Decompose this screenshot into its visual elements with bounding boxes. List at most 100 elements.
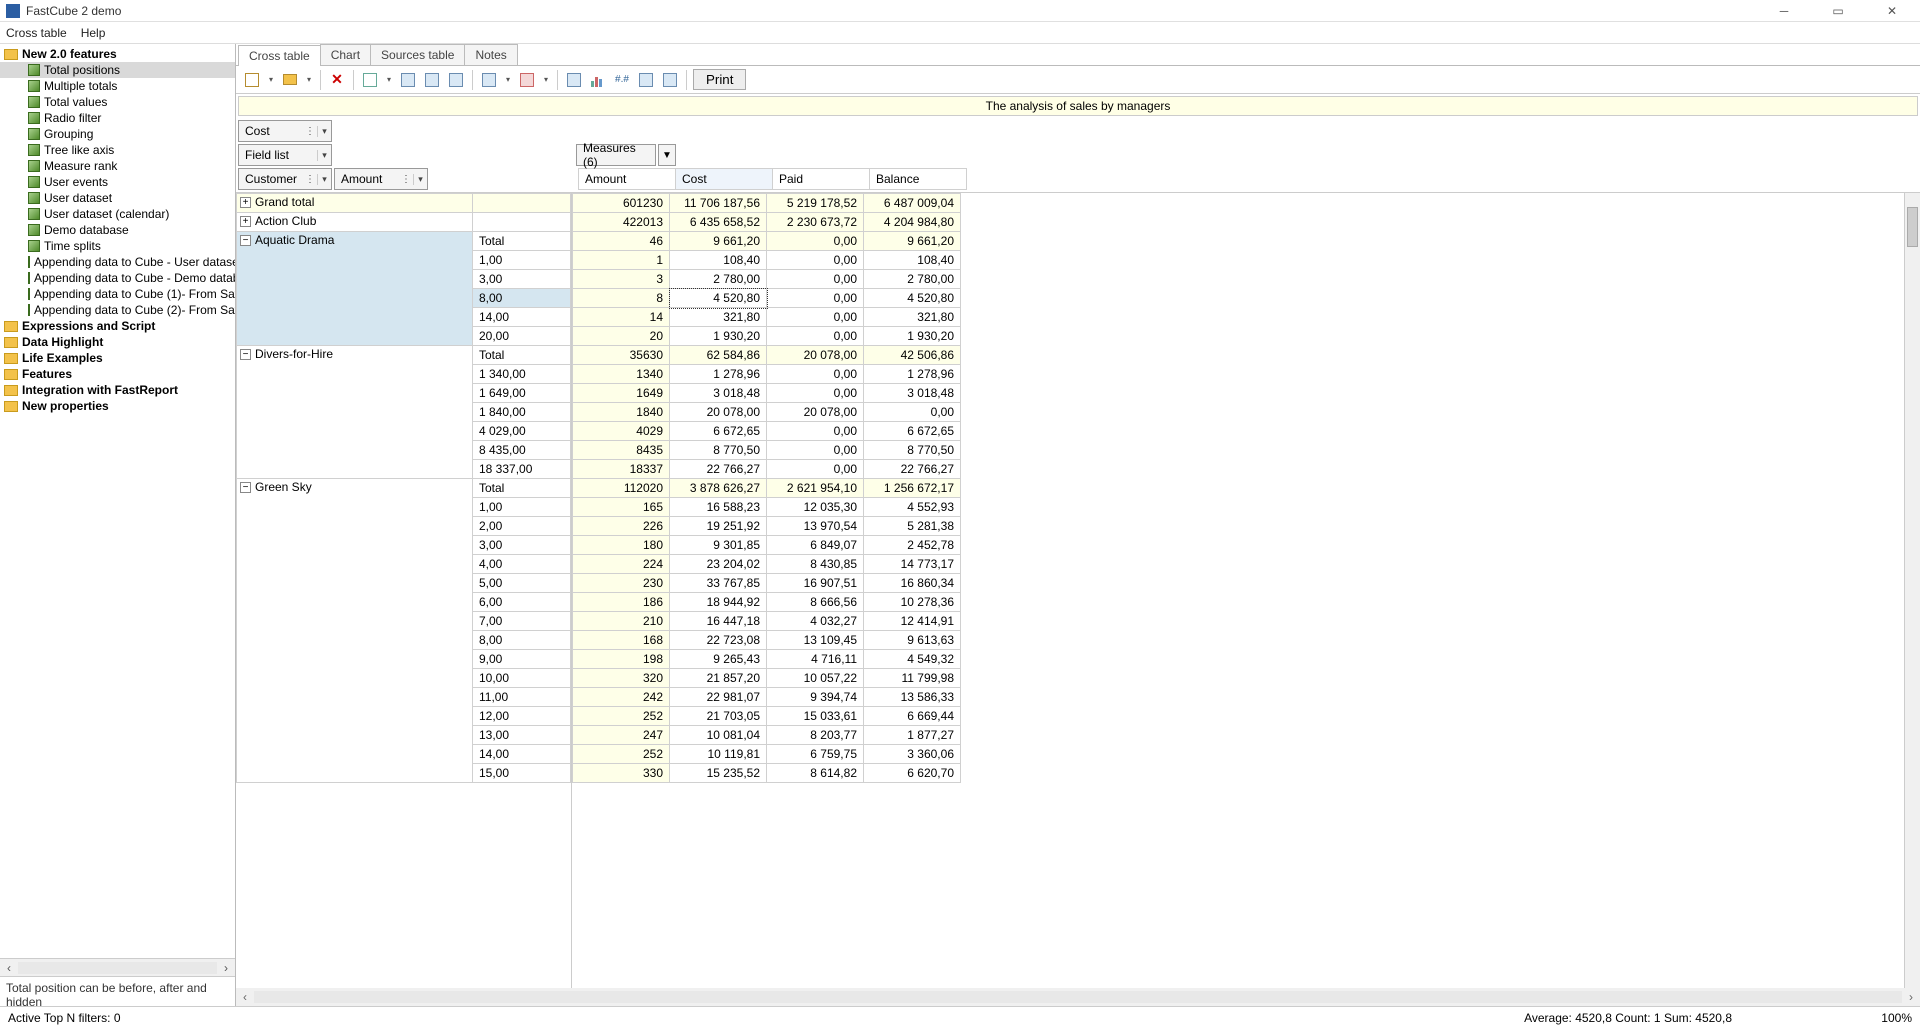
sub-cell[interactable]: 13,00 [473,726,571,745]
data-cell[interactable]: 210 [573,612,670,631]
data-cell[interactable]: 8 770,50 [864,441,961,460]
measures-field-slot[interactable]: Measures (6) [576,144,656,166]
data-cell[interactable]: 10 057,22 [767,669,864,688]
sub-cell[interactable]: 6,00 [473,593,571,612]
options-button[interactable] [660,70,680,90]
data-cell[interactable]: 6 435 658,52 [670,213,767,232]
data-cell[interactable]: 12 035,30 [767,498,864,517]
data-cell[interactable]: 19 251,92 [670,517,767,536]
filter-icon[interactable]: ⋮ [303,126,317,137]
filter-icon[interactable]: ⋮ [303,174,317,185]
data-cell[interactable]: 0,00 [767,327,864,346]
data-cell[interactable]: 1 930,20 [670,327,767,346]
swap-axes-button[interactable] [446,70,466,90]
vertical-scrollbar[interactable] [1904,193,1920,988]
data-cell[interactable]: 8 614,82 [767,764,864,783]
scroll-right-icon[interactable]: › [1902,990,1920,1004]
list-button[interactable] [636,70,656,90]
data-cell[interactable]: 20 078,00 [767,346,864,365]
new-file-dropdown[interactable]: ▾ [266,75,276,84]
data-cell[interactable]: 9 613,63 [864,631,961,650]
data-cell[interactable]: 0,00 [767,441,864,460]
sub-cell[interactable]: Total [473,346,571,365]
data-cell[interactable]: 11 706 187,56 [670,194,767,213]
data-cell[interactable]: 5 281,38 [864,517,961,536]
tree-folder[interactable]: New properties [0,398,235,414]
sub-cell[interactable]: 11,00 [473,688,571,707]
data-cell[interactable]: 18337 [573,460,670,479]
tree-item[interactable]: Appending data to Cube - Demo databa [0,270,235,286]
data-cell[interactable]: 4 716,11 [767,650,864,669]
data-cell[interactable]: 13 109,45 [767,631,864,650]
filter-button[interactable] [564,70,584,90]
window-minimize-button[interactable]: ─ [1766,1,1802,21]
sub-cell[interactable]: 8 435,00 [473,441,571,460]
data-cell[interactable]: 5 219 178,52 [767,194,864,213]
data-cell[interactable]: 13 586,33 [864,688,961,707]
expand-icon[interactable]: + [240,216,251,227]
data-cell[interactable]: 186 [573,593,670,612]
row-field-amount[interactable]: Amount ⋮ ▾ [334,168,428,190]
data-cell[interactable]: 15 033,61 [767,707,864,726]
data-cell[interactable]: 9 661,20 [864,232,961,251]
menu-help[interactable]: Help [81,26,106,40]
collapse-icon[interactable]: − [240,482,251,493]
data-cell[interactable]: 9 265,43 [670,650,767,669]
tree-item[interactable]: User dataset (calendar) [0,206,235,222]
sub-cell[interactable]: 3,00 [473,536,571,555]
sub-cell[interactable]: 1 840,00 [473,403,571,422]
align-button[interactable] [479,70,499,90]
scroll-left-icon[interactable]: ‹ [236,990,254,1004]
data-cell[interactable]: 46 [573,232,670,251]
chevron-down-icon[interactable]: ▾ [317,150,331,161]
data-cell[interactable]: 8435 [573,441,670,460]
window-maximize-button[interactable]: ▭ [1820,1,1856,21]
tab-sources-table[interactable]: Sources table [370,44,465,65]
tree-item[interactable]: Measure rank [0,158,235,174]
chart-button[interactable] [588,70,608,90]
tree-item[interactable]: User events [0,174,235,190]
sub-cell[interactable]: 7,00 [473,612,571,631]
data-cell[interactable]: 1840 [573,403,670,422]
data-cell[interactable]: 8 203,77 [767,726,864,745]
data-cell[interactable]: 21 703,05 [670,707,767,726]
data-cell[interactable]: 1 877,27 [864,726,961,745]
layout-button[interactable] [360,70,380,90]
data-cell[interactable]: 16 588,23 [670,498,767,517]
data-cell[interactable]: 1 256 672,17 [864,479,961,498]
tree-item[interactable]: Radio filter [0,110,235,126]
data-cell[interactable]: 108,40 [864,251,961,270]
data-cell[interactable]: 0,00 [767,251,864,270]
data-cell[interactable]: 3 018,48 [670,384,767,403]
data-cell[interactable]: 22 981,07 [670,688,767,707]
data-cell[interactable]: 198 [573,650,670,669]
data-cell[interactable]: 6 669,44 [864,707,961,726]
chevron-down-icon[interactable]: ▾ [413,174,427,185]
data-cell[interactable]: 252 [573,745,670,764]
data-cell[interactable]: 8 430,85 [767,555,864,574]
chevron-down-icon[interactable]: ▾ [317,174,331,185]
data-cell[interactable]: 112020 [573,479,670,498]
sub-cell[interactable]: 4,00 [473,555,571,574]
customer-cell[interactable]: −Green Sky [237,479,473,783]
tree-item[interactable]: Demo database [0,222,235,238]
tree-folder[interactable]: Life Examples [0,350,235,366]
data-cell[interactable]: 10 278,36 [864,593,961,612]
data-cell[interactable]: 108,40 [670,251,767,270]
expand-button[interactable] [398,70,418,90]
data-cell[interactable]: 4 520,80 [670,289,767,308]
data-cell[interactable]: 320 [573,669,670,688]
data-cell[interactable]: 321,80 [670,308,767,327]
data-cell[interactable]: 22 766,27 [864,460,961,479]
data-cell[interactable]: 2 780,00 [864,270,961,289]
data-cell[interactable]: 6 849,07 [767,536,864,555]
data-cell[interactable]: 0,00 [767,308,864,327]
sub-cell[interactable]: 14,00 [473,308,571,327]
data-cell[interactable]: 3 360,06 [864,745,961,764]
data-cell[interactable]: 6 759,75 [767,745,864,764]
row-header-table[interactable]: +Grand total+Action Club−Aquatic DramaTo… [236,193,571,783]
open-file-dropdown[interactable]: ▾ [304,75,314,84]
sub-cell[interactable]: Total [473,232,571,251]
tree-item[interactable]: Appending data to Cube (2)- From Save [0,302,235,318]
tree-folder[interactable]: New 2.0 features [0,46,235,62]
